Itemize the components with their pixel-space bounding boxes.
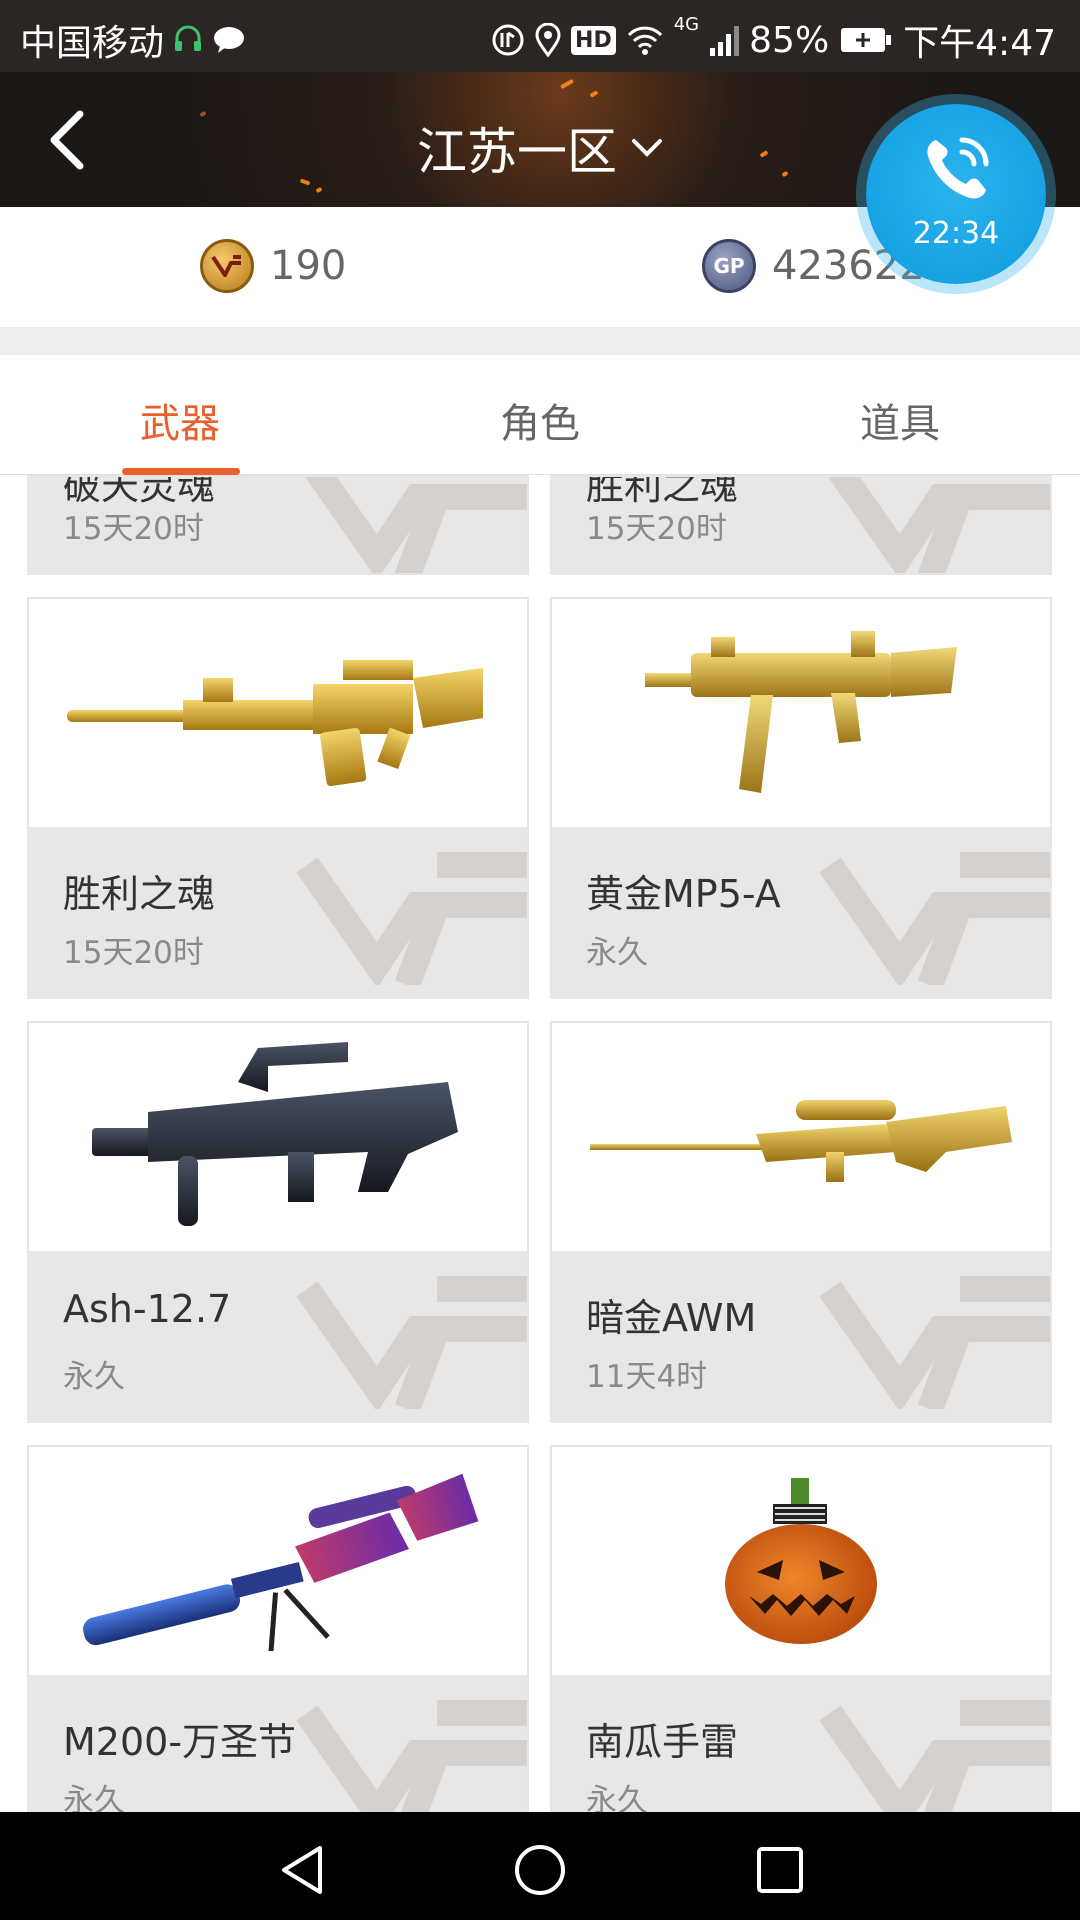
item-info: M200-万圣节 永久 [29, 1675, 527, 1812]
server-title: 江苏一区 [417, 123, 617, 181]
item-card[interactable]: M200-万圣节 永久 [27, 1445, 529, 1812]
battery-icon [841, 28, 892, 52]
item-info: 破天灵魂 15天20时 [29, 477, 527, 573]
tab-weapons[interactable]: 武器 [0, 391, 360, 449]
status-bar: 中国移动 HD 4G 85% 下午4:47 [0, 0, 1080, 72]
clock: 下午4:47 [903, 23, 1056, 64]
item-duration: 15天20时 [63, 935, 204, 971]
halloween-sniper-icon [83, 1473, 479, 1651]
wifi-icon [627, 26, 662, 55]
item-card[interactable]: 暗金AWM 11天4时 [550, 1021, 1052, 1423]
pumpkin-grenade-icon [725, 1478, 877, 1644]
category-tabs: 武器 角色 道具 [0, 355, 1080, 475]
item-duration: 15天20时 [586, 511, 727, 547]
tab-items[interactable]: 道具 [720, 391, 1080, 449]
item-duration: 11天4时 [586, 1359, 708, 1395]
item-info: 黄金MP5-A 永久 [552, 827, 1050, 997]
cf-watermark-icon [820, 1700, 1050, 1812]
gp-coin-label: GP [713, 254, 745, 278]
chevron-down-icon [632, 139, 662, 157]
item-image [552, 1023, 1050, 1251]
item-card[interactable]: 胜利之魂 15天20时 [550, 475, 1052, 575]
cf-watermark-icon [297, 1276, 527, 1409]
item-duration: 15天20时 [63, 511, 204, 547]
cf-watermark-icon [820, 1276, 1050, 1409]
gp-coin-icon: GP [702, 239, 756, 293]
item-info: Ash-12.7 永久 [29, 1251, 527, 1421]
item-duration: 永久 [63, 1783, 125, 1812]
item-duration: 永久 [63, 1359, 125, 1395]
signal-icon [710, 26, 740, 56]
cf-watermark-icon [305, 477, 527, 573]
network-type: 4G [673, 14, 700, 35]
tab-characters[interactable]: 角色 [360, 391, 720, 449]
call-bubble[interactable]: 22:34 [866, 104, 1046, 284]
item-card[interactable]: 南瓜手雷 永久 [550, 1445, 1052, 1812]
item-card[interactable]: Ash-12.7 永久 [27, 1021, 529, 1423]
item-duration: 永久 [586, 1783, 648, 1812]
item-image [29, 1023, 527, 1251]
location-icon [535, 23, 561, 57]
nav-recents-icon[interactable] [752, 1842, 808, 1898]
hd-badge: HD [571, 25, 616, 55]
nav-home-icon[interactable] [512, 1842, 568, 1898]
system-nav-bar [0, 1812, 1080, 1920]
item-info: 暗金AWM 11天4时 [552, 1251, 1050, 1421]
carrier-label: 中国移动 [20, 23, 165, 64]
nav-back-icon[interactable] [274, 1842, 330, 1898]
gold-smg-icon [645, 631, 957, 793]
item-card[interactable]: 胜利之魂 15天20时 [27, 597, 529, 999]
call-duration: 22:34 [912, 216, 1000, 251]
item-name: 南瓜手雷 [586, 1720, 739, 1764]
cf-watermark-icon [297, 852, 527, 985]
item-name: 胜利之魂 [63, 872, 216, 916]
item-name: 暗金AWM [586, 1296, 757, 1340]
item-name: Ash-12.7 [63, 1287, 232, 1331]
chat-bubble-icon [214, 27, 245, 53]
item-image [552, 1447, 1050, 1675]
item-info: 南瓜手雷 永久 [552, 1675, 1050, 1812]
phone-icon [927, 137, 989, 199]
cf-points-value: 190 [270, 243, 347, 289]
data-saver-icon [492, 24, 524, 56]
item-info: 胜利之魂 15天20时 [552, 477, 1050, 573]
item-image [29, 599, 527, 827]
tab-active-indicator [122, 468, 240, 475]
section-divider [0, 327, 1080, 355]
item-card[interactable]: 黄金MP5-A 永久 [550, 597, 1052, 999]
gold-sniper-icon [590, 1100, 1012, 1182]
cf-points: 190 [200, 239, 346, 293]
item-image [552, 599, 1050, 827]
item-grid[interactable]: 破天灵魂 15天20时 胜利之魂 15天20时 胜利之魂 15天20时 黄金MP… [0, 475, 1080, 1812]
item-name: 黄金MP5-A [586, 872, 781, 916]
cf-watermark-icon [297, 1700, 527, 1812]
item-image [29, 1447, 527, 1675]
headset-icon [175, 25, 202, 51]
cf-coin-icon [200, 239, 254, 293]
item-name: M200-万圣节 [63, 1720, 297, 1764]
cf-watermark-icon [820, 852, 1050, 985]
cf-watermark-icon [828, 477, 1050, 573]
battery-percent: 85% [749, 19, 830, 61]
black-rifle-icon [92, 1042, 458, 1226]
gold-rifle-icon [67, 660, 483, 786]
item-card[interactable]: 破天灵魂 15天20时 [27, 475, 529, 575]
item-info: 胜利之魂 15天20时 [29, 827, 527, 997]
item-duration: 永久 [586, 935, 648, 971]
